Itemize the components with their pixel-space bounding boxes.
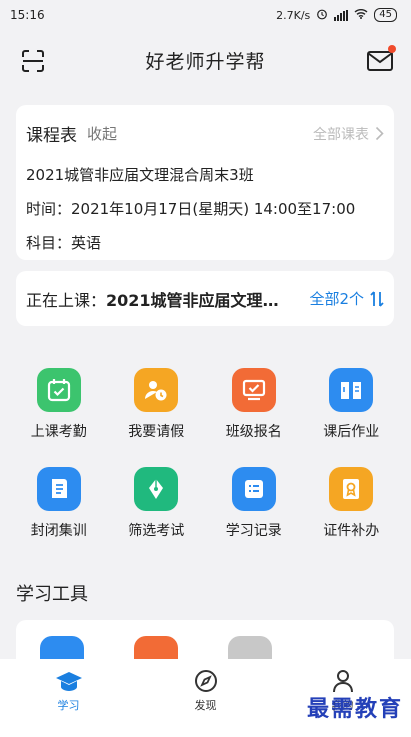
- list-icon: [231, 467, 276, 511]
- current-class-card[interactable]: 正在上课： 2021城管非应届文理混合周末3班 全部2个: [16, 271, 394, 326]
- watermark-text: 最需教育: [306, 696, 403, 722]
- status-time: 15:16: [10, 8, 45, 22]
- tools-section-title: 学习工具: [16, 584, 88, 605]
- feature-grid: 上课考勤 我要请假 班级报名 课后作业 封闭集训 筛选考试 学习记录 证件补办: [10, 368, 400, 540]
- feature-leave[interactable]: 我要请假: [108, 368, 206, 441]
- class-name: 2021城管非应届文理混合周末3班: [26, 166, 254, 184]
- sort-icon: [370, 290, 384, 307]
- person-icon: [332, 670, 353, 693]
- feature-label: 学习记录: [225, 523, 282, 539]
- feature-attendance[interactable]: 上课考勤: [10, 368, 108, 441]
- current-class-label: 正在上课：: [26, 290, 107, 310]
- calendar-check-icon: [36, 368, 81, 412]
- certificate-icon: [329, 467, 374, 511]
- tab-discover[interactable]: 发现: [137, 659, 274, 737]
- page-title: 好老师升学帮: [145, 50, 266, 73]
- feature-closed-training[interactable]: 封闭集训: [10, 467, 108, 540]
- feature-study-record[interactable]: 学习记录: [205, 467, 303, 540]
- notification-dot: [388, 45, 396, 53]
- class-time: 时间：2021年10月17日(星期天) 14:00至17:00: [26, 200, 356, 218]
- feature-label: 课后作业: [323, 424, 380, 440]
- feature-label: 筛选考试: [128, 523, 185, 539]
- alarm-icon: [316, 8, 328, 23]
- tab-label: 发现: [194, 699, 217, 712]
- person-clock-icon: [134, 368, 179, 412]
- status-right: 2.7K/s 45: [276, 8, 397, 23]
- feature-certificate[interactable]: 证件补办: [303, 467, 401, 540]
- feature-class-signup[interactable]: 班级报名: [205, 368, 303, 441]
- status-bar: 15:16 2.7K/s 45: [0, 0, 411, 30]
- mail-icon[interactable]: [367, 45, 396, 74]
- course-card: 课程表 收起 全部课表 2021城管非应届文理混合周末3班 时间：2021年10…: [16, 105, 394, 260]
- feature-label: 我要请假: [128, 424, 185, 440]
- wifi-icon: [354, 8, 368, 22]
- chevron-right-icon: [375, 126, 384, 141]
- book-icon: [329, 368, 374, 412]
- battery-icon: 45: [374, 8, 397, 22]
- feature-homework[interactable]: 课后作业: [303, 368, 401, 441]
- monitor-check-icon: [231, 368, 276, 412]
- feature-label: 证件补办: [323, 523, 380, 539]
- scan-icon[interactable]: [20, 48, 46, 74]
- course-card-title: 课程表: [26, 126, 77, 146]
- collapse-button[interactable]: 收起: [87, 123, 117, 144]
- feature-label: 班级报名: [225, 424, 282, 440]
- feature-label: 封闭集训: [30, 523, 87, 539]
- network-speed: 2.7K/s: [276, 8, 311, 22]
- pen-nib-icon: [134, 467, 179, 511]
- all-courses-label: 全部课表: [313, 126, 369, 143]
- feature-label: 上课考勤: [30, 424, 87, 440]
- all-courses-link[interactable]: 全部课表: [313, 124, 384, 144]
- tab-label: 学习: [57, 699, 80, 712]
- all-current-classes-button[interactable]: 全部2个: [309, 288, 384, 309]
- compass-icon: [194, 670, 217, 692]
- signal-icon: [334, 9, 349, 21]
- document-icon: [36, 467, 81, 511]
- app-header: 好老师升学帮: [0, 30, 411, 90]
- current-class-name: 2021城管非应届文理混合周末3班: [106, 290, 286, 310]
- class-subject: 科目：英语: [26, 234, 102, 252]
- all-current-classes-label: 全部2个: [309, 290, 364, 308]
- feature-exam-filter[interactable]: 筛选考试: [108, 467, 206, 540]
- tab-study[interactable]: 学习: [0, 659, 137, 737]
- graduation-cap-icon: [55, 672, 82, 691]
